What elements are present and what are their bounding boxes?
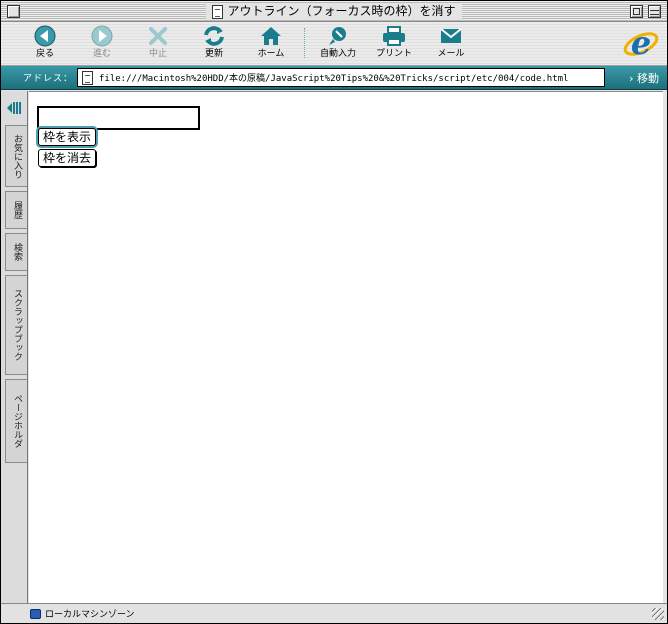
home-button[interactable]: ホーム: [244, 24, 298, 64]
print-button[interactable]: プリント: [367, 24, 421, 64]
stop-x-icon: [144, 24, 172, 48]
document-icon: [212, 4, 224, 19]
go-button[interactable]: › 移動: [629, 70, 659, 86]
refresh-icon: [200, 24, 228, 48]
collapse-box[interactable]: [648, 5, 661, 18]
text-input[interactable]: [37, 106, 200, 130]
stop-button[interactable]: 中止: [131, 24, 185, 64]
security-zone-text: ローカルマシンゾーン: [45, 610, 135, 620]
autofill-button[interactable]: 自動入力: [311, 24, 365, 64]
forward-button[interactable]: 進む: [75, 24, 129, 64]
svg-text:e: e: [631, 26, 651, 62]
browser-window: アウトライン（フォーカス時の枠）を消す 戻る 進む 中止 更新 ホーム 自動入力…: [0, 0, 668, 624]
tab-favorites[interactable]: お気に入り: [5, 125, 27, 187]
mail-envelope-icon: [437, 24, 465, 48]
tab-page-holder[interactable]: ページホルダ: [5, 379, 27, 463]
zoom-box[interactable]: [630, 5, 643, 18]
printer-icon: [380, 24, 408, 48]
resize-grip[interactable]: [652, 608, 664, 620]
toolbar: 戻る 進む 中止 更新 ホーム 自動入力 プリント メール e: [1, 22, 667, 66]
page-document-icon: [82, 70, 93, 85]
title-bar[interactable]: アウトライン（フォーカス時の枠）を消す: [1, 1, 667, 22]
address-bar: アドレス： › 移動: [1, 66, 667, 90]
show-outline-button[interactable]: 枠を表示: [35, 126, 99, 148]
home-icon: [257, 24, 285, 48]
mail-button[interactable]: メール: [424, 24, 478, 64]
url-input[interactable]: [99, 69, 599, 86]
tab-search[interactable]: 検索: [5, 233, 27, 271]
tab-history[interactable]: 履歴: [5, 191, 27, 229]
autofill-pen-icon: [324, 24, 352, 48]
local-zone-icon: [30, 608, 41, 619]
status-bar: ローカルマシンゾーン: [1, 603, 667, 623]
clear-outline-button[interactable]: 枠を消去: [38, 149, 97, 167]
refresh-button[interactable]: 更新: [187, 24, 241, 64]
address-label: アドレス：: [23, 74, 74, 84]
tab-scrapbook[interactable]: スクラップブック: [5, 275, 27, 375]
ie-logo-icon: e: [623, 24, 659, 62]
window-title: アウトライン（フォーカス時の枠）を消す: [227, 4, 456, 18]
address-field[interactable]: [77, 68, 605, 87]
forward-arrow-icon: [88, 24, 116, 48]
toolbar-separator: [304, 28, 305, 58]
explorer-bar: お気に入り 履歴 検索 スクラップブック ページホルダ: [1, 91, 28, 603]
page-content: 枠を表示 枠を消去: [29, 91, 663, 603]
back-button[interactable]: 戻る: [18, 24, 72, 64]
back-arrow-icon: [31, 24, 59, 48]
explorer-toggle-icon[interactable]: [7, 101, 23, 115]
